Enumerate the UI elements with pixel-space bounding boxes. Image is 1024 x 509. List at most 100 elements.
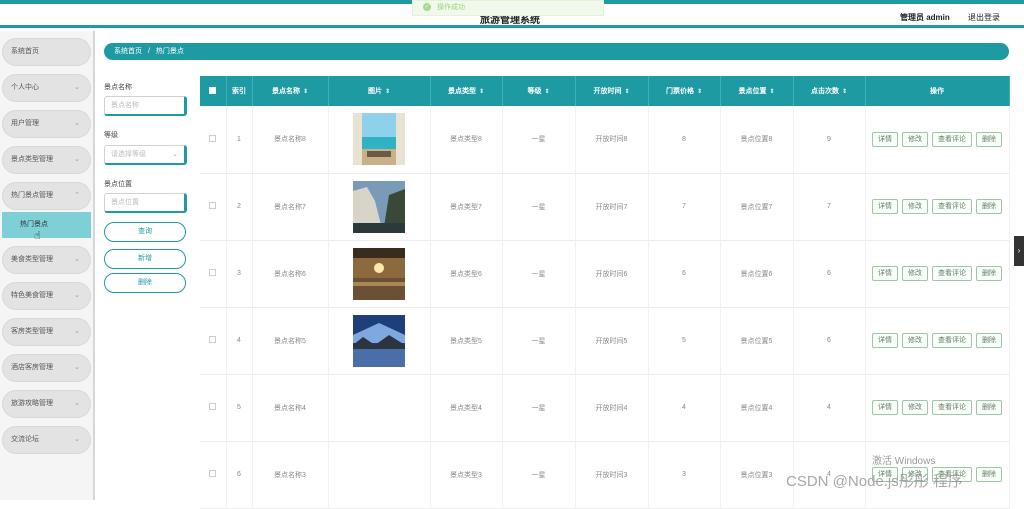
column-header[interactable]: 景点名称 ⇕ (252, 76, 329, 106)
location-filter-input[interactable]: 景点位置 (104, 193, 187, 213)
sort-icon[interactable]: ⇕ (842, 89, 847, 95)
chevron-down-icon: ⌄ (172, 151, 178, 158)
cell-open: 开放时间8 (575, 106, 649, 173)
add-button[interactable]: 新增 (104, 249, 186, 269)
delete-row-button[interactable]: 删除 (976, 467, 1002, 482)
row-checkbox[interactable] (200, 441, 227, 508)
select-all-checkbox[interactable] (200, 76, 227, 106)
chevron-down-icon: ⌄ (74, 292, 80, 299)
row-actions: 详情 修改 查看评论 删除 (865, 307, 1010, 374)
column-header-label: 景点类型 (447, 88, 476, 95)
sidebar-item[interactable]: 美食类型管理 ⌄ (2, 246, 91, 274)
hand-cursor-icon: ☝ (34, 230, 41, 242)
edit-button[interactable]: 修改 (902, 131, 928, 147)
column-header-label: 等级 (527, 88, 542, 95)
delete-row-button[interactable]: 删除 (976, 266, 1002, 281)
column-header[interactable]: 图片 ⇕ (328, 76, 431, 106)
sidebar-item-label: 美食类型管理 (11, 256, 53, 263)
sidebar-item[interactable]: 酒店客房管理 ⌄ (2, 354, 91, 382)
sort-icon[interactable]: ⇕ (544, 89, 549, 95)
cell-index: 1 (226, 106, 253, 173)
logout-link[interactable]: 退出登录 (968, 12, 1000, 23)
cell-price: 4 (648, 374, 721, 441)
attraction-image (328, 240, 431, 307)
row-checkbox[interactable] (200, 374, 227, 441)
column-header[interactable]: 点击次数 ⇕ (793, 76, 866, 106)
sidebar-item[interactable]: 特色美食管理 ⌄ (2, 282, 91, 310)
detail-button[interactable]: 详情 (872, 266, 898, 281)
sidebar-item[interactable]: 个人中心 ⌄ (2, 74, 91, 102)
sidebar-item[interactable]: 客房类型管理 ⌄ (2, 318, 91, 346)
column-header: 操作 (865, 76, 1010, 106)
sort-icon[interactable]: ⇕ (303, 89, 308, 95)
sidebar-item-label: 交流论坛 (11, 436, 39, 443)
view-comments-button[interactable]: 查看评论 (932, 131, 972, 147)
attraction-image (328, 374, 431, 441)
sort-icon[interactable]: ⇕ (769, 89, 774, 95)
column-header[interactable]: 景点类型 ⇕ (430, 76, 503, 106)
attraction-image (328, 173, 431, 240)
view-comments-button[interactable]: 查看评论 (932, 333, 972, 348)
cell-price: 3 (648, 441, 721, 508)
sort-icon[interactable]: ⇕ (385, 89, 390, 95)
column-header[interactable]: 门票价格 ⇕ (648, 76, 721, 106)
table-row: 3 景点名称6 景点类型6 一星 开放时间6 6 景点位置6 6 详情 修改 查看评论 删除 (200, 240, 1010, 307)
row-checkbox[interactable] (200, 240, 227, 307)
breadcrumb-home[interactable]: 系统首页 (114, 48, 142, 55)
sidebar-item[interactable]: 景点类型管理 ⌄ (2, 146, 91, 174)
view-comments-button[interactable]: 查看评论 (932, 199, 972, 214)
delete-row-button[interactable]: 删除 (976, 400, 1002, 415)
cell-level: 一星 (502, 173, 576, 240)
view-comments-button[interactable]: 查看评论 (932, 400, 972, 415)
row-checkbox[interactable] (200, 106, 227, 173)
edit-button[interactable]: 修改 (902, 400, 928, 415)
cell-clicks: 9 (793, 106, 866, 173)
cell-open: 开放时间5 (575, 307, 649, 374)
delete-row-button[interactable]: 删除 (976, 199, 1002, 214)
column-header-label: 操作 (930, 88, 944, 95)
sidebar-item[interactable]: 用户管理 ⌄ (2, 110, 91, 138)
sidebar-item[interactable]: 交流论坛 ⌄ (2, 426, 91, 454)
row-checkbox[interactable] (200, 307, 227, 374)
cell-open: 开放时间3 (575, 441, 649, 508)
column-header[interactable]: 等级 ⇕ (502, 76, 576, 106)
table-row: 1 景点名称8 景点类型8 一星 开放时间8 8 景点位置8 9 详情 修改 查看评论 删除 (200, 106, 1010, 173)
sidebar-item[interactable]: 旅游攻略管理 ⌄ (2, 390, 91, 418)
cell-type: 景点类型3 (430, 441, 503, 508)
cell-location: 景点位置7 (720, 173, 794, 240)
column-header-label: 点击次数 (810, 88, 839, 95)
sort-icon[interactable]: ⇕ (697, 89, 702, 95)
sidebar-item[interactable]: 热门景点管理 ⌃ (2, 182, 91, 210)
detail-button[interactable]: 详情 (872, 131, 898, 147)
column-header[interactable]: 景点位置 ⇕ (720, 76, 794, 106)
row-checkbox[interactable] (200, 173, 227, 240)
edit-button[interactable]: 修改 (902, 333, 928, 348)
sidebar-item-label: 客房类型管理 (11, 328, 53, 335)
cell-open: 开放时间4 (575, 374, 649, 441)
edit-button[interactable]: 修改 (902, 199, 928, 214)
cell-open: 开放时间6 (575, 240, 649, 307)
chevron-right-icon[interactable]: › (1014, 236, 1024, 266)
sort-icon[interactable]: ⇕ (479, 89, 484, 95)
sort-icon[interactable]: ⇕ (624, 89, 629, 95)
sidebar-subitem-hot-attractions[interactable]: 热门景点 (2, 212, 91, 238)
cell-name: 景点名称3 (252, 441, 329, 508)
sidebar-item[interactable]: 系统首页 (2, 38, 91, 66)
detail-button[interactable]: 详情 (872, 400, 898, 415)
delete-row-button[interactable]: 删除 (976, 333, 1002, 348)
level-filter-label: 等级 (104, 132, 118, 139)
breadcrumb-current: 热门景点 (155, 48, 184, 55)
search-button[interactable]: 查询 (104, 222, 186, 242)
edit-button[interactable]: 修改 (902, 266, 928, 281)
delete-button[interactable]: 删除 (104, 273, 186, 293)
delete-row-button[interactable]: 删除 (976, 131, 1002, 147)
cell-index: 6 (226, 441, 253, 508)
name-filter-input[interactable]: 景点名称 (104, 96, 187, 116)
column-header[interactable]: 开放时间 ⇕ (575, 76, 649, 106)
sidebar-item-label: 酒店客房管理 (11, 364, 53, 371)
success-toast: ✓ 操作成功 (412, 0, 604, 16)
detail-button[interactable]: 详情 (872, 333, 898, 348)
level-select[interactable]: 请选择等级 ⌄ (104, 145, 187, 165)
view-comments-button[interactable]: 查看评论 (932, 266, 972, 281)
detail-button[interactable]: 详情 (872, 199, 898, 214)
